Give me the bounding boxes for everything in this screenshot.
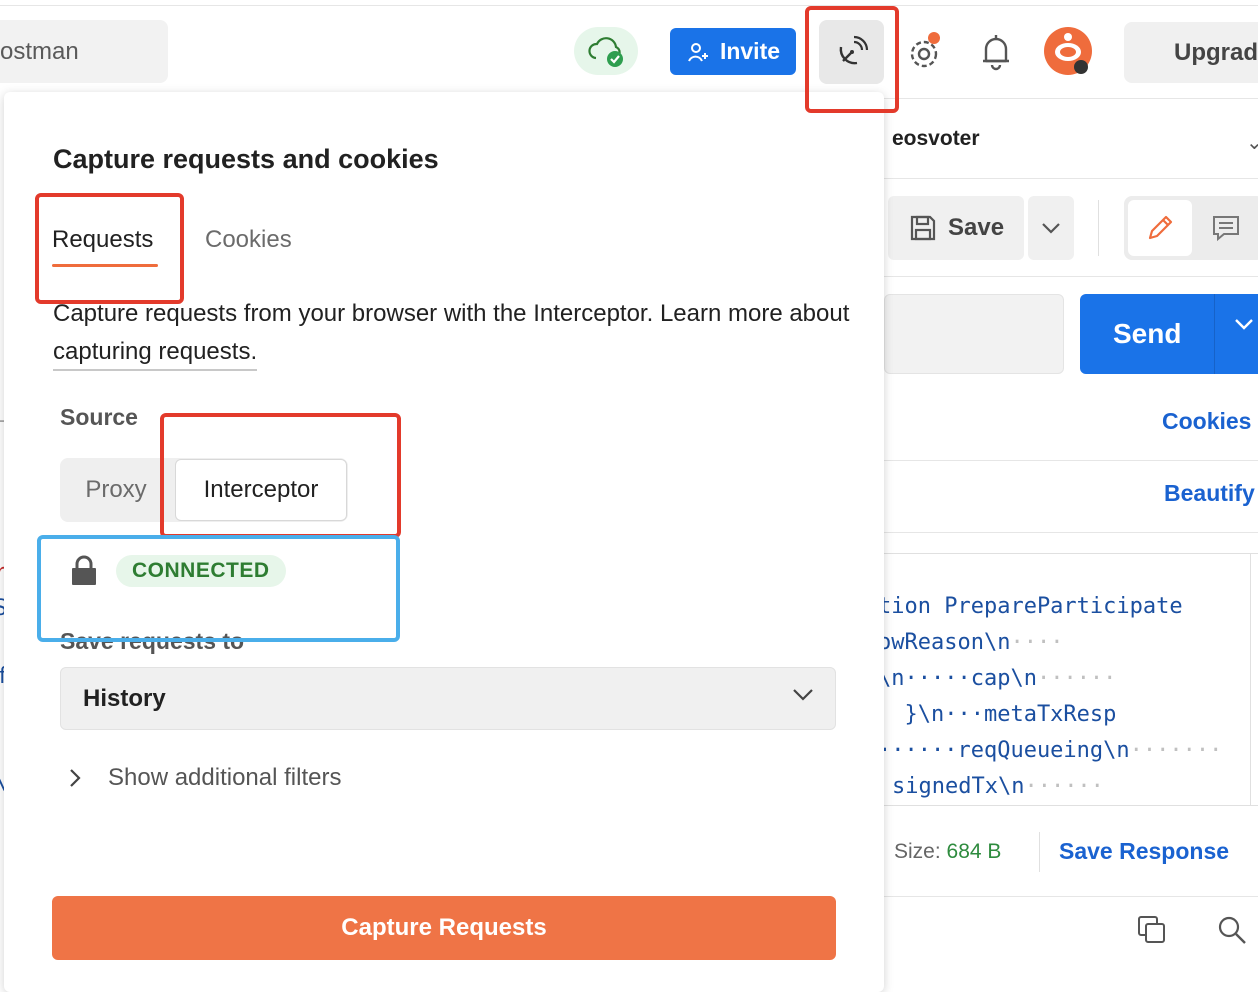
code-line: signedTx\n······ (892, 774, 1104, 799)
url-input[interactable] (884, 294, 1064, 374)
annotation-box (805, 6, 899, 113)
divider (1039, 832, 1040, 872)
send-button[interactable]: Send (1080, 294, 1258, 374)
send-label: Send (1113, 318, 1182, 349)
comments-button[interactable] (1196, 200, 1256, 256)
code-line: ······reqQueueing\n······· (878, 738, 1223, 763)
save-icon (910, 215, 936, 241)
tab-cookies[interactable]: Cookies (205, 226, 292, 254)
chevron-down-icon[interactable] (1234, 318, 1254, 330)
scrollbar[interactable] (1250, 553, 1251, 806)
capture-requests-submit[interactable]: Capture Requests (52, 896, 836, 960)
code-line: }\n···metaTxResp (878, 702, 1117, 727)
edit-mode-button[interactable] (1128, 200, 1192, 256)
size-label: Size: (894, 840, 941, 863)
save-dropdown-button[interactable] (1028, 196, 1074, 260)
chevron-down-icon[interactable]: ⌄ (1246, 130, 1258, 155)
add-user-icon (688, 42, 708, 61)
pencil-icon (1148, 215, 1173, 240)
cloud-sync-icon (588, 37, 623, 67)
beautify-link[interactable]: Beautify (1164, 480, 1255, 507)
chevron-right-icon[interactable] (68, 767, 82, 789)
popover-description: Capture requests from your browser with … (53, 295, 853, 371)
code-line: tion PrepareParticipate (878, 594, 1183, 619)
divider (884, 460, 1258, 461)
code-line: \n·····cap\n······ (878, 666, 1117, 691)
divider (884, 532, 1258, 533)
description-text: Capture requests from your browser with … (53, 300, 850, 327)
chevron-down-icon (1042, 223, 1060, 234)
invite-label: Invite (719, 38, 781, 64)
workspace-search[interactable]: ostman (0, 20, 168, 83)
upgrade-label: Upgrad (1174, 38, 1258, 66)
save-to-select[interactable]: History (60, 667, 836, 730)
divider (1214, 294, 1215, 374)
proxy-label: Proxy (85, 476, 147, 503)
show-filters-toggle[interactable]: Show additional filters (108, 764, 341, 792)
size-value: 684 B (946, 840, 1002, 863)
top-divider (0, 5, 1258, 6)
comment-icon (1213, 216, 1239, 242)
popover-title: Capture requests and cookies (53, 144, 439, 174)
save-to-value: History (83, 684, 166, 712)
search-text: ostman (0, 37, 79, 65)
annotation-box (160, 413, 401, 538)
save-response-label: Save Response (1059, 838, 1230, 864)
response-size: Size: 684 B (894, 840, 1001, 864)
save-button[interactable]: Save (888, 196, 1024, 260)
source-option-proxy[interactable]: Proxy (60, 458, 172, 522)
cloud-sync-button[interactable] (574, 27, 638, 75)
divider (884, 178, 1258, 179)
divider (884, 896, 1258, 897)
capture-requests-label: Capture Requests (341, 914, 547, 941)
learn-more-link[interactable]: capturing requests. (53, 338, 258, 371)
copy-icon[interactable] (1136, 914, 1168, 946)
save-label: Save (948, 214, 1005, 241)
upgrade-button[interactable]: Upgrad (1124, 22, 1258, 83)
cookies-link[interactable]: Cookies (1162, 408, 1251, 435)
search-icon[interactable] (1216, 914, 1248, 946)
invite-button[interactable]: Invite (670, 28, 796, 75)
avatar[interactable] (1043, 26, 1093, 76)
request-name[interactable]: eosvoter (892, 127, 980, 151)
source-label: Source (60, 404, 138, 430)
settings-icon[interactable] (904, 30, 944, 74)
response-body-editor[interactable]: tion PrepareParticipate owReason\n···· \… (878, 553, 1258, 806)
annotation-box (35, 193, 184, 304)
divider (884, 98, 1258, 99)
code-line: owReason\n···· (878, 630, 1064, 655)
chevron-down-icon (793, 689, 813, 701)
divider (884, 276, 1258, 277)
save-response-button[interactable]: Save Response (1059, 838, 1229, 865)
annotation-box (37, 535, 400, 642)
divider (1098, 200, 1099, 256)
bell-icon[interactable] (979, 31, 1013, 71)
